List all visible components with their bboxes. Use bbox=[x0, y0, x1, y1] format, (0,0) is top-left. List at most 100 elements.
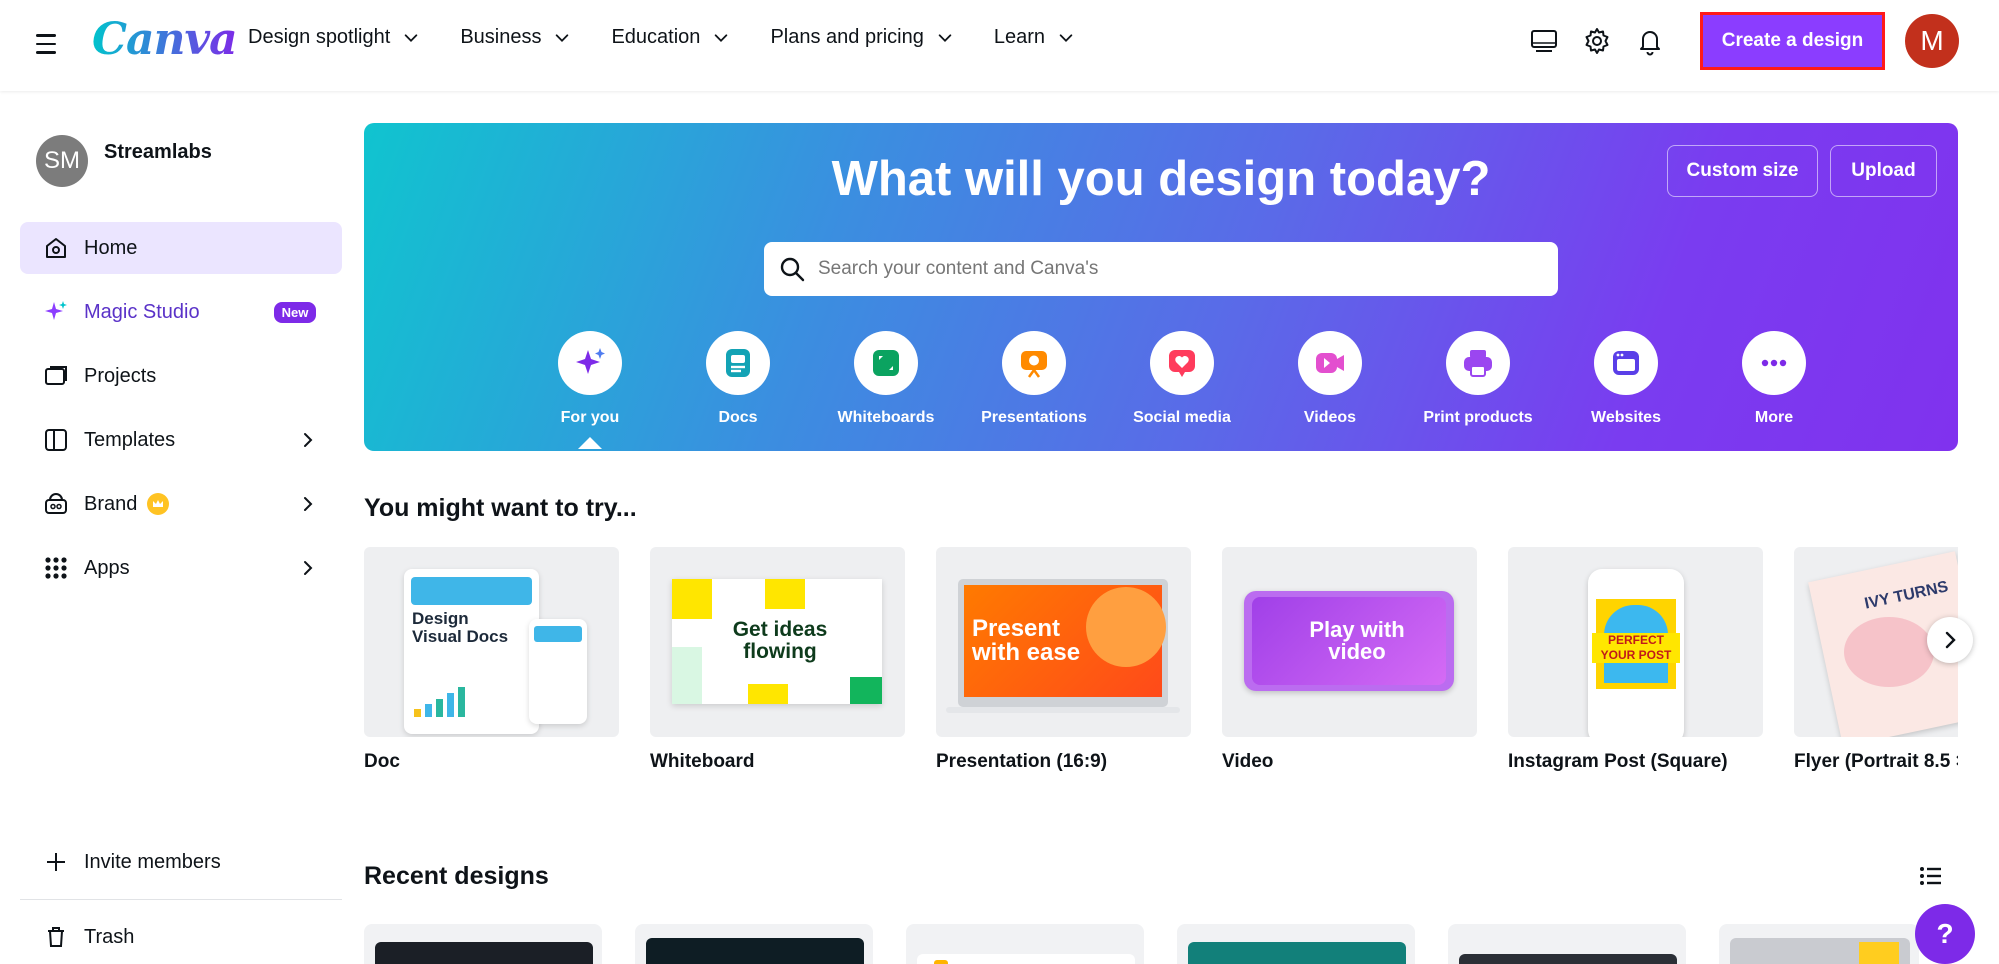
suggestion-card-video[interactable]: Play with video Video bbox=[1222, 547, 1477, 773]
chevron-down-icon bbox=[556, 33, 569, 42]
search-icon bbox=[780, 257, 805, 282]
recent-design-card[interactable] bbox=[364, 924, 602, 964]
chevron-down-icon bbox=[1059, 33, 1073, 42]
print-icon bbox=[1446, 331, 1510, 395]
category-docs[interactable]: Docs bbox=[664, 331, 812, 427]
main-nav-menu: Design spotlight Business Education Plan… bbox=[248, 26, 1115, 49]
nav-label: Plans and pricing bbox=[770, 26, 924, 48]
nav-business[interactable]: Business bbox=[460, 26, 571, 49]
custom-size-button[interactable]: Custom size bbox=[1667, 145, 1818, 197]
video-thumbnail-text: Play with video bbox=[1309, 617, 1405, 664]
video-thumbnail: Play with video bbox=[1222, 547, 1477, 737]
selected-pointer bbox=[578, 437, 602, 449]
chevron-right-icon bbox=[1945, 631, 1956, 649]
upload-button[interactable]: Upload bbox=[1830, 145, 1937, 197]
hero-banner: What will you design today? Custom size … bbox=[364, 123, 1958, 451]
chevron-down-icon bbox=[715, 33, 728, 42]
recent-design-card[interactable] bbox=[1448, 924, 1686, 964]
doc-icon bbox=[706, 331, 770, 395]
chevron-right-icon bbox=[304, 561, 313, 575]
suggestion-card-presentation[interactable]: Present with ease Presentation (16:9) bbox=[936, 547, 1191, 773]
recent-design-card[interactable] bbox=[1177, 924, 1415, 964]
nav-label: Learn bbox=[993, 26, 1046, 48]
team-name: Streamlabs bbox=[104, 141, 212, 163]
card-label: Flyer (Portrait 8.5 × 11 in) bbox=[1794, 751, 1958, 772]
presentation-thumbnail-text: Present with ease bbox=[972, 615, 1081, 666]
category-videos[interactable]: Videos bbox=[1256, 331, 1404, 427]
search-bar[interactable] bbox=[764, 242, 1558, 296]
sidebar-item-label: Brand bbox=[84, 492, 138, 515]
sidebar-item-projects[interactable]: Projects bbox=[20, 350, 342, 402]
card-label: Presentation (16:9) bbox=[936, 751, 1108, 772]
help-button[interactable]: ? bbox=[1915, 904, 1975, 964]
category-print-products[interactable]: Print products bbox=[1404, 331, 1552, 427]
nav-label: Education bbox=[611, 26, 701, 48]
nav-learn[interactable]: Learn bbox=[994, 26, 1075, 49]
canva-logo[interactable]: Canva bbox=[92, 14, 238, 65]
category-for-you[interactable]: For you bbox=[516, 331, 664, 449]
plus-icon bbox=[42, 848, 70, 876]
nav-design-spotlight[interactable]: Design spotlight bbox=[248, 26, 420, 49]
sidebar-item-home[interactable]: Home bbox=[20, 222, 342, 274]
menu-icon[interactable] bbox=[32, 30, 60, 58]
recent-design-card[interactable] bbox=[1719, 924, 1919, 964]
website-icon bbox=[1594, 331, 1658, 395]
recent-design-card[interactable] bbox=[906, 924, 1144, 964]
create-design-button[interactable]: Create a design bbox=[1700, 12, 1885, 70]
more-icon bbox=[1742, 331, 1806, 395]
new-badge: New bbox=[273, 301, 317, 323]
category-label: Whiteboards bbox=[837, 409, 935, 426]
category-whiteboards[interactable]: Whiteboards bbox=[812, 331, 960, 427]
category-label: Print products bbox=[1423, 409, 1533, 426]
whiteboard-thumbnail-text: Get ideas flowing bbox=[732, 618, 828, 663]
suggestion-card-doc[interactable]: Design Visual Docs Doc bbox=[364, 547, 619, 773]
category-more[interactable]: More bbox=[1700, 331, 1848, 427]
notifications-icon[interactable] bbox=[1634, 25, 1666, 57]
recent-design-card[interactable] bbox=[635, 924, 873, 964]
sparkles-icon bbox=[558, 331, 622, 395]
sparkle-icon bbox=[42, 298, 70, 326]
chevron-right-icon bbox=[304, 433, 313, 447]
sidebar-item-label: Projects bbox=[84, 364, 157, 387]
sidebar-item-label: Apps bbox=[84, 556, 130, 579]
team-switcher[interactable]: SM Streamlabs bbox=[36, 135, 212, 187]
sidebar: SM Streamlabs Home Magic Studio New Proj… bbox=[0, 91, 360, 964]
list-view-icon[interactable] bbox=[1917, 862, 1945, 890]
category-social-media[interactable]: Social media bbox=[1108, 331, 1256, 427]
suggestion-card-whiteboard[interactable]: Get ideas flowing Whiteboard bbox=[650, 547, 905, 773]
chevron-down-icon bbox=[938, 33, 952, 42]
settings-icon[interactable] bbox=[1581, 25, 1613, 57]
doc-thumbnail-text: Design Visual Docs bbox=[412, 609, 509, 646]
templates-icon bbox=[42, 426, 70, 454]
nav-education[interactable]: Education bbox=[611, 26, 730, 49]
category-label: More bbox=[1754, 409, 1794, 426]
category-websites[interactable]: Websites bbox=[1552, 331, 1700, 427]
instagram-thumbnail: PERFECT YOUR POST bbox=[1508, 547, 1763, 737]
category-presentations[interactable]: Presentations bbox=[960, 331, 1108, 427]
sidebar-item-brand[interactable]: Brand bbox=[20, 478, 342, 530]
sidebar-item-label: Magic Studio bbox=[84, 300, 200, 323]
desktop-app-icon[interactable] bbox=[1528, 25, 1560, 57]
suggestions-title: You might want to try... bbox=[364, 494, 637, 522]
user-avatar[interactable]: M bbox=[1905, 14, 1959, 68]
design-categories: For you Docs Whiteboards Presentations S… bbox=[516, 331, 1848, 449]
search-input[interactable] bbox=[818, 258, 1518, 280]
suggestion-card-flyer[interactable]: IVY TURNS Flyer (Portrait 8.5 × 11 in) bbox=[1794, 547, 1958, 773]
nav-plans-pricing[interactable]: Plans and pricing bbox=[770, 26, 953, 49]
nav-label: Design spotlight bbox=[248, 26, 391, 48]
category-label: For you bbox=[560, 409, 620, 426]
sidebar-item-magic-studio[interactable]: Magic Studio New bbox=[20, 286, 342, 338]
category-label: Social media bbox=[1133, 409, 1231, 426]
brand-icon bbox=[42, 490, 70, 518]
sidebar-item-apps[interactable]: Apps bbox=[20, 542, 342, 594]
nav-label: Business bbox=[460, 26, 542, 48]
home-icon bbox=[42, 234, 70, 262]
sidebar-item-trash[interactable]: Trash bbox=[20, 911, 342, 963]
top-navigation-bar: Canva Design spotlight Business Educatio… bbox=[0, 0, 1999, 91]
carousel-next-button[interactable] bbox=[1927, 617, 1973, 663]
invite-label: Invite members bbox=[84, 850, 221, 873]
invite-members-button[interactable]: Invite members bbox=[20, 836, 342, 888]
presentation-thumbnail: Present with ease bbox=[936, 547, 1191, 737]
sidebar-item-templates[interactable]: Templates bbox=[20, 414, 342, 466]
suggestion-card-instagram-post[interactable]: PERFECT YOUR POST Instagram Post (Square… bbox=[1508, 547, 1763, 773]
